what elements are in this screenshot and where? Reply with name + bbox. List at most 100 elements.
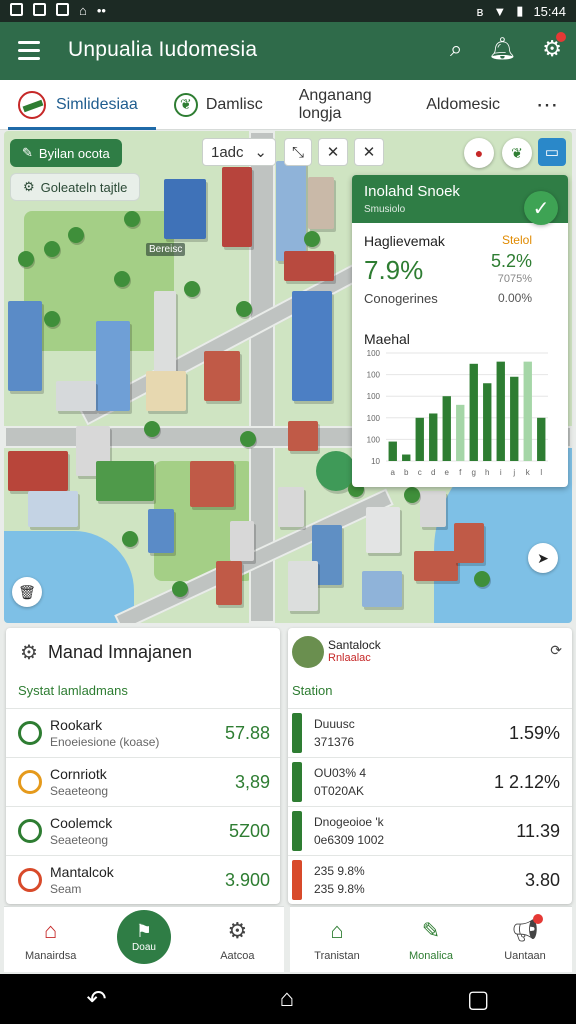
brand-logo-icon bbox=[18, 90, 46, 119]
building bbox=[216, 561, 242, 605]
notifications-icon[interactable]: 🔔︎ bbox=[488, 36, 516, 62]
nav-settings[interactable]: ⚙ Aatcoa bbox=[191, 907, 284, 972]
list-item[interactable]: Mantalcok Seam 3.900 bbox=[6, 855, 280, 903]
list-item[interactable]: Rookark Enoeiesione (koase) 57.88 bbox=[6, 708, 280, 756]
more-tabs-icon[interactable]: ⋯ bbox=[518, 80, 576, 130]
tree bbox=[404, 487, 420, 503]
building bbox=[420, 491, 446, 527]
recents-icon[interactable]: ▢ bbox=[467, 985, 490, 1014]
building bbox=[284, 251, 334, 281]
bottom-nav-left: ⌂ Manairdsa ⚑ Doau ⚙ Aatcoa bbox=[4, 906, 284, 972]
tree bbox=[474, 571, 490, 587]
home-icon[interactable]: ⌂ bbox=[279, 985, 294, 1013]
item-name: Coolemck bbox=[50, 815, 113, 831]
street-label: Bereisc bbox=[146, 243, 186, 256]
secondary-value: 0.00% bbox=[497, 291, 532, 305]
nav-label: Doau bbox=[132, 941, 156, 953]
home-icon: ⌂ bbox=[79, 3, 87, 18]
trash-icon[interactable]: 🗑︎ bbox=[12, 577, 42, 607]
building bbox=[292, 291, 332, 401]
notification-icon bbox=[10, 3, 23, 16]
app-bar: Unpualia Iudomesia ⌕ 🔔︎ ⚙ bbox=[0, 22, 576, 80]
status-ring-icon bbox=[18, 721, 42, 745]
item-sub: Seam bbox=[50, 882, 82, 896]
nav-monitor[interactable]: ✎ Monalica bbox=[384, 907, 478, 972]
chat-icon[interactable]: ▭ bbox=[538, 138, 566, 166]
item-value: 3.900 bbox=[224, 870, 270, 890]
item-sub: 371376 bbox=[314, 735, 355, 749]
bar bbox=[523, 361, 532, 461]
tree bbox=[114, 271, 130, 287]
tree bbox=[44, 311, 60, 327]
list-item[interactable]: 235 9.8% 235 9.8% 3.80 bbox=[288, 855, 572, 903]
building bbox=[146, 371, 186, 411]
x-tick-label: f bbox=[459, 468, 462, 477]
status-bar-indicator bbox=[292, 762, 302, 802]
bar bbox=[456, 404, 465, 461]
clock-text: 15:44 bbox=[533, 3, 566, 19]
building bbox=[288, 421, 318, 451]
avatar[interactable] bbox=[292, 636, 324, 668]
item-sub: 0e6309 1002 bbox=[314, 833, 385, 847]
y-tick-label: 100 bbox=[367, 392, 381, 401]
menu-icon[interactable] bbox=[18, 41, 40, 60]
item-sub: Seaeteong bbox=[50, 833, 109, 847]
tab-third[interactable]: Anganang longja bbox=[281, 80, 408, 130]
item-name: Dnogeoioe 'k bbox=[314, 815, 384, 829]
tab-overview[interactable]: Simlidesiaa bbox=[0, 80, 156, 130]
settings-icon[interactable]: ⚙ bbox=[542, 32, 566, 62]
locate-icon[interactable]: ➤ bbox=[528, 543, 558, 573]
nav-alerts[interactable]: 📢︎ Uantaan bbox=[478, 907, 572, 972]
pencil-icon: ✎ bbox=[421, 917, 441, 943]
building bbox=[190, 461, 234, 507]
building bbox=[366, 507, 400, 553]
nav-center[interactable]: ⚑ Doau bbox=[97, 907, 190, 972]
list-item[interactable]: Cornriotk Seaeteong 3,89 bbox=[6, 757, 280, 805]
close-icon[interactable]: ✕ bbox=[318, 138, 348, 166]
tab-fourth[interactable]: Aldomesic bbox=[408, 80, 518, 130]
leaf-icon[interactable]: ❦ bbox=[502, 138, 532, 168]
tree bbox=[184, 281, 200, 297]
back-icon[interactable]: ↶ bbox=[86, 985, 106, 1014]
list-item[interactable]: OU03% 4 0T020AK 1 2.12% bbox=[288, 757, 572, 805]
map-toolbar-dropdown[interactable]: 1adc ⌄ bbox=[202, 138, 276, 166]
secondary-label: Conogerines bbox=[364, 291, 438, 306]
search-icon[interactable]: ⌕ bbox=[450, 36, 462, 62]
megaphone-icon: 📢︎ bbox=[511, 913, 543, 944]
close-icon[interactable]: ✕ bbox=[354, 138, 384, 166]
building bbox=[288, 561, 318, 611]
nav-home[interactable]: ⌂ Manairdsa bbox=[4, 907, 97, 972]
station-card: Santalock Rnlaalac ⟳ Station Duuusc 37137… bbox=[288, 628, 572, 904]
refresh-icon[interactable]: ⟳ bbox=[550, 642, 562, 659]
item-sub: 235 9.8% bbox=[314, 882, 365, 896]
list-item[interactable]: Dnogeoioe 'k 0e6309 1002 11.39 bbox=[288, 806, 572, 854]
tab-label: Simlidesiaa bbox=[56, 95, 138, 113]
record-icon[interactable]: ● bbox=[464, 138, 494, 168]
wifi-icon: ▼ bbox=[493, 3, 507, 19]
tab-label: Anganang longja bbox=[298, 86, 372, 122]
building bbox=[454, 523, 484, 563]
fab-button[interactable]: ⚑ Doau bbox=[116, 909, 171, 964]
tree bbox=[304, 231, 320, 247]
more-icon: •• bbox=[96, 3, 106, 18]
layer-secondary-chip[interactable]: ⚙ Goleateln tajtle bbox=[10, 173, 141, 201]
nav-transit[interactable]: ⌂ Tranistan bbox=[290, 907, 384, 972]
y-tick-label: 10 bbox=[371, 457, 380, 466]
layer-filter-chip[interactable]: ✎ Byilan ocota bbox=[10, 139, 122, 167]
list-item[interactable]: Duuusc 371376 1.59% bbox=[288, 708, 572, 756]
building bbox=[362, 571, 402, 607]
stats-panel: Inolahd Snoek Smusiolo ✓ Haglievemak Ste… bbox=[352, 175, 568, 487]
check-icon[interactable]: ✓ bbox=[524, 191, 558, 225]
measure-icon[interactable]: ⤡ bbox=[284, 138, 312, 166]
list-item[interactable]: Coolemck Seaeteong 5Z00 bbox=[6, 806, 280, 854]
battery-icon: ▮ bbox=[516, 3, 524, 18]
building bbox=[414, 551, 458, 581]
item-sub: 0T020AK bbox=[314, 784, 365, 798]
app-title: Unpualia Iudomesia bbox=[68, 38, 258, 61]
tree bbox=[124, 211, 140, 227]
leaf-icon: ❦ bbox=[173, 92, 198, 117]
tree bbox=[236, 301, 252, 317]
tab-second[interactable]: ❦ Damlisc bbox=[156, 80, 281, 130]
status-bar-indicator bbox=[292, 811, 302, 851]
building bbox=[204, 351, 240, 401]
